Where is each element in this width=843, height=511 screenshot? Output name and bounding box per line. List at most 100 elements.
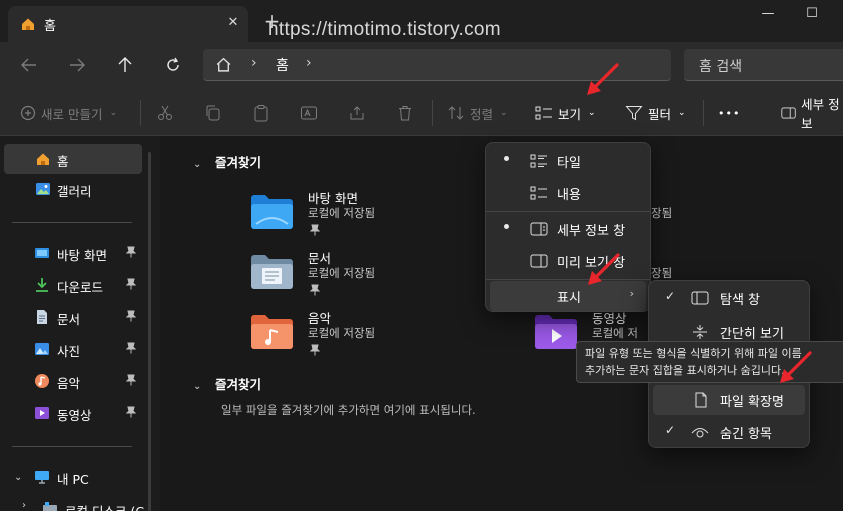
sort-icon bbox=[448, 106, 464, 120]
menu-item-tiles[interactable]: 타일 bbox=[490, 146, 646, 176]
annotation-arrow-icon bbox=[587, 63, 619, 95]
pictures-icon bbox=[34, 341, 50, 361]
copy-icon bbox=[206, 105, 220, 121]
menu-item-navigation-pane[interactable]: ✓ 탐색 창 bbox=[653, 283, 805, 313]
view-list-icon bbox=[535, 106, 552, 120]
sidebar-item-home[interactable]: 홈 bbox=[4, 144, 142, 174]
filter-button[interactable]: 필터 ⌄ bbox=[625, 100, 686, 126]
tab-close-button[interactable]: ✕ bbox=[222, 12, 244, 34]
refresh-button[interactable] bbox=[159, 52, 187, 78]
sidebar-divider bbox=[12, 446, 132, 447]
maximize-button[interactable]: ☐ bbox=[796, 6, 828, 26]
more-options-button[interactable]: ••• bbox=[718, 100, 740, 126]
folder-location-fragment: 장됨 bbox=[651, 206, 673, 220]
menu-item-label: 내용 bbox=[557, 188, 581, 203]
toolbar-divider bbox=[140, 100, 141, 126]
view-button-label: 보기 bbox=[558, 106, 582, 122]
menu-item-details-pane[interactable]: 세부 정보 창 bbox=[490, 214, 646, 244]
back-arrow-icon bbox=[21, 58, 36, 72]
up-button[interactable] bbox=[111, 52, 139, 78]
details-pane-icon bbox=[530, 221, 548, 241]
view-button[interactable]: 보기 ⌄ bbox=[535, 100, 596, 126]
chevron-down-icon: ⌄ bbox=[193, 381, 202, 392]
breadcrumb-chevron[interactable]: › bbox=[251, 55, 257, 71]
new-button[interactable]: 새로 만들기 ⌄ bbox=[20, 100, 117, 126]
breadcrumb-chevron[interactable]: › bbox=[306, 55, 312, 71]
paste-button[interactable] bbox=[252, 100, 270, 126]
section-title: 즐겨찾기 bbox=[215, 155, 262, 170]
toolbar-divider bbox=[432, 100, 433, 126]
folder-location: 로컬에 저 bbox=[592, 326, 638, 340]
sidebar-item-downloads[interactable]: 다운로드 bbox=[4, 270, 142, 300]
share-button[interactable] bbox=[348, 100, 366, 126]
favorites-header[interactable]: ⌄ 즐겨찾기 bbox=[193, 374, 261, 393]
pin-icon bbox=[125, 342, 137, 357]
minimize-button[interactable]: — bbox=[752, 6, 784, 26]
toolbar-divider bbox=[703, 100, 704, 126]
sidebar-item-gallery[interactable]: 갤러리 bbox=[4, 174, 142, 204]
menu-separator bbox=[486, 279, 650, 280]
menu-item-label: 탐색 창 bbox=[720, 293, 761, 308]
sidebar-item-videos[interactable]: 동영상 bbox=[4, 398, 142, 428]
view-menu: 타일 내용 세부 정보 창 미리 보기 창 표시 › bbox=[485, 142, 651, 312]
folder-tile-music[interactable]: 음악 로컬에 저장됨 bbox=[250, 308, 490, 364]
sidebar-item-documents[interactable]: 문서 bbox=[4, 302, 142, 332]
annotation-arrow-icon bbox=[588, 253, 620, 285]
window-tab[interactable]: 홈 ✕ bbox=[8, 6, 248, 42]
sidebar-scrollbar[interactable] bbox=[148, 152, 151, 511]
sidebar-item-desktop[interactable]: 바탕 화면 bbox=[4, 238, 142, 268]
folder-tile-documents[interactable]: 문서 로컬에 저장됨 bbox=[250, 248, 490, 304]
quick-access-header[interactable]: ⌄ 즐겨찾기 bbox=[193, 152, 261, 171]
sidebar-item-pictures[interactable]: 사진 bbox=[4, 334, 142, 364]
pin-icon bbox=[309, 284, 321, 299]
menu-separator bbox=[486, 211, 650, 212]
section-title: 즐겨찾기 bbox=[215, 377, 262, 392]
videos-folder-icon bbox=[534, 314, 578, 354]
sidebar-item-label: 다운로드 bbox=[57, 280, 104, 295]
sidebar-item-label: 내 PC bbox=[57, 472, 89, 487]
sidebar-item-label: 바탕 화면 bbox=[57, 248, 107, 263]
details-pane-button[interactable]: 세부 정보 bbox=[781, 97, 843, 131]
desktop-folder-icon bbox=[250, 194, 294, 234]
rename-icon bbox=[301, 106, 317, 120]
tab-title: 홈 bbox=[44, 19, 56, 34]
pc-icon bbox=[34, 469, 50, 489]
sidebar-divider bbox=[12, 222, 132, 223]
copy-button[interactable] bbox=[204, 100, 222, 126]
clipboard-icon bbox=[254, 105, 268, 122]
breadcrumb-home[interactable]: 홈 bbox=[276, 55, 289, 75]
folder-location-fragment: 장됨 bbox=[651, 266, 673, 280]
pin-icon bbox=[309, 224, 321, 239]
menu-item-hidden-items[interactable]: ✓ 숨긴 항목 bbox=[653, 417, 805, 447]
menu-item-file-extensions[interactable]: 파일 확장명 bbox=[653, 385, 805, 415]
selected-bullet-icon bbox=[504, 224, 509, 229]
back-button[interactable] bbox=[15, 52, 43, 78]
chevron-down-icon: ⌄ bbox=[109, 108, 118, 118]
cut-button[interactable] bbox=[156, 100, 174, 126]
search-input[interactable]: 홈 검색 bbox=[684, 49, 843, 81]
chevron-down-icon: ⌄ bbox=[193, 159, 202, 170]
rename-button[interactable] bbox=[300, 100, 318, 126]
sort-button[interactable]: 정렬 ⌄ bbox=[447, 100, 508, 126]
forward-button[interactable] bbox=[63, 52, 91, 78]
sidebar-item-label: 사진 bbox=[57, 344, 81, 359]
content-view-icon bbox=[530, 185, 548, 205]
menu-item-content[interactable]: 내용 bbox=[490, 178, 646, 208]
sidebar-item-music[interactable]: 음악 bbox=[4, 366, 142, 396]
checkmark-icon: ✓ bbox=[665, 289, 676, 303]
menu-item-label: 간단히 보기 bbox=[720, 327, 784, 342]
sidebar-item-label: 로컬 디스크 (C bbox=[65, 501, 144, 511]
home-icon bbox=[215, 56, 232, 77]
scissors-icon bbox=[158, 105, 172, 120]
title-bar: 홈 ✕ + https://timotimo.tistory.com — ☐ bbox=[0, 0, 843, 42]
chevron-right-icon[interactable]: › bbox=[22, 500, 26, 511]
sidebar-item-local-disk[interactable]: 로컬 디스크 (C bbox=[30, 494, 148, 511]
watermark-text: https://timotimo.tistory.com bbox=[268, 19, 501, 40]
sidebar-item-this-pc[interactable]: 내 PC bbox=[4, 462, 142, 492]
delete-button[interactable] bbox=[396, 100, 414, 126]
pin-icon bbox=[125, 246, 137, 261]
music-folder-icon bbox=[250, 314, 294, 354]
folder-tile-desktop[interactable]: 바탕 화면 로컬에 저장됨 bbox=[250, 188, 490, 244]
home-icon bbox=[35, 151, 51, 171]
new-button-label: 새로 만들기 bbox=[41, 106, 103, 122]
